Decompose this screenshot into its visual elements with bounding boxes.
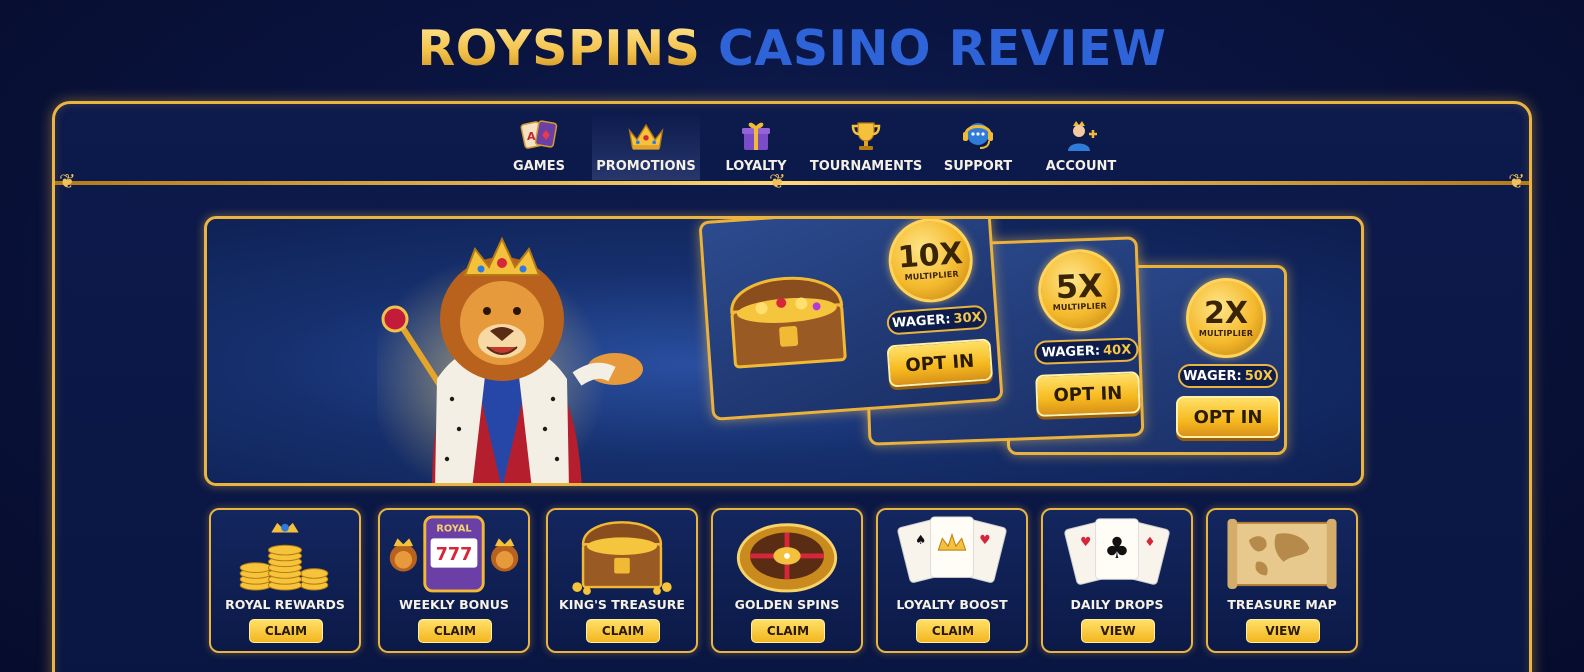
nav-games[interactable]: A GAMES <box>503 112 575 180</box>
wager-badge: WAGER: 50X <box>1178 364 1278 388</box>
crown-cards-icon: ♠ ♥ <box>897 516 1007 583</box>
claim-button[interactable]: CLAIM <box>418 619 492 643</box>
chat-headset-icon <box>958 118 998 154</box>
promo-hero-banner: 2X MULTIPLIER WAGER: 50X OPT IN 5X MULTI… <box>204 216 1364 486</box>
opt-in-button[interactable]: OPT IN <box>1176 396 1280 438</box>
playing-cards-icon: A <box>519 118 559 154</box>
tile-weekly-bonus[interactable]: ROYAL 777 WEEKLY BONUS CLAIM <box>378 508 530 653</box>
main-nav: A GAMES PROMOTIONS LOYALTY TOURNAMENTS S… <box>55 112 1529 180</box>
opt-in-button[interactable]: OPT IN <box>886 338 994 388</box>
svg-text:♥: ♥ <box>979 532 990 547</box>
title-brand: ROYSPINS <box>417 20 701 77</box>
nav-divider <box>55 181 1529 185</box>
multiplier-value: 10X <box>896 235 964 276</box>
wager-value: 50X <box>1244 368 1273 384</box>
svg-text:♦: ♦ <box>1144 534 1155 549</box>
tile-label: GOLDEN SPINS <box>734 597 840 612</box>
tile-golden-spins[interactable]: GOLDEN SPINS CLAIM <box>711 508 863 653</box>
roulette-wheel-icon <box>736 523 838 593</box>
title-review: CASINO REVIEW <box>717 20 1167 77</box>
ornament-right-icon: ❦ <box>1508 171 1525 193</box>
tile-treasure-map[interactable]: TREASURE MAP VIEW <box>1206 508 1358 653</box>
treasure-chest-icon <box>730 276 847 369</box>
nav-label-tournaments: TOURNAMENTS <box>809 159 923 174</box>
multiplier-value: 5X <box>1055 266 1104 306</box>
opt-in-button[interactable]: OPT IN <box>1035 371 1141 417</box>
map-scroll-icon <box>1227 518 1337 590</box>
nav-promotions[interactable]: PROMOTIONS <box>592 112 700 180</box>
view-button[interactable]: VIEW <box>1246 619 1320 643</box>
multiplier-coin-icon: 10X MULTIPLIER <box>885 219 976 306</box>
treasure-chest-icon <box>572 521 672 595</box>
gift-box-icon <box>736 118 776 154</box>
tile-label: KING'S TREASURE <box>559 597 685 612</box>
multiplier-coin-icon: 2X MULTIPLIER <box>1186 278 1266 358</box>
nav-account[interactable]: ACCOUNT <box>1041 112 1121 180</box>
tile-label: TREASURE MAP <box>1227 597 1337 612</box>
promo-card-10x: 10X MULTIPLIER WAGER: 30X OPT IN <box>698 219 1004 421</box>
tile-label: ROYAL REWARDS <box>225 597 345 612</box>
ornament-center-icon: ❦ <box>769 171 786 193</box>
view-button[interactable]: VIEW <box>1081 619 1155 643</box>
lion-king-mascot-icon <box>377 236 643 483</box>
tile-loyalty-boost[interactable]: ♠ ♥ LOYALTY BOOST CLAIM <box>876 508 1028 653</box>
multiplier-label: MULTIPLIER <box>1052 300 1108 312</box>
wager-label: WAGER: <box>1041 343 1101 361</box>
nav-label-games: GAMES <box>513 159 565 174</box>
svg-text:♠: ♠ <box>915 532 926 547</box>
wager-label: WAGER: <box>891 311 952 331</box>
svg-text:♥: ♥ <box>1080 534 1091 549</box>
slot-reels-text: 777 <box>436 545 473 565</box>
claim-button[interactable]: CLAIM <box>751 619 825 643</box>
tile-label: WEEKLY BONUS <box>399 597 509 612</box>
slot-title-text: ROYAL <box>436 524 471 535</box>
trophy-icon <box>846 118 886 154</box>
crown-icon <box>626 118 666 154</box>
nav-label-support: SUPPORT <box>943 159 1013 174</box>
nav-support[interactable]: SUPPORT <box>938 112 1018 180</box>
tile-label: LOYALTY BOOST <box>896 597 1008 612</box>
tile-royal-rewards[interactable]: ROYAL REWARDS CLAIM <box>209 508 361 653</box>
nav-loyalty[interactable]: LOYALTY <box>720 112 792 180</box>
wager-badge: WAGER: 40X <box>1034 337 1139 365</box>
nav-label-promotions: PROMOTIONS <box>596 159 696 174</box>
multiplier-value: 2X <box>1203 295 1248 331</box>
page-title: ROYSPINS CASINO REVIEW <box>0 20 1584 77</box>
claim-button[interactable]: CLAIM <box>916 619 990 643</box>
multiplier-label: MULTIPLIER <box>1198 328 1254 338</box>
coin-stacks-icon <box>239 522 329 591</box>
tile-kings-treasure[interactable]: KING'S TREASURE CLAIM <box>546 508 698 653</box>
claim-button[interactable]: CLAIM <box>249 619 323 643</box>
nav-tournaments[interactable]: TOURNAMENTS <box>809 112 923 180</box>
svg-text:♣: ♣ <box>1104 531 1130 565</box>
wager-badge: WAGER: 30X <box>886 304 988 336</box>
wager-value: 30X <box>952 309 983 327</box>
tile-daily-drops[interactable]: ♣ ♥ ♦ DAILY DROPS VIEW <box>1041 508 1193 653</box>
nav-label-account: ACCOUNT <box>1045 159 1117 174</box>
tile-label: DAILY DROPS <box>1070 597 1164 612</box>
ornament-left-icon: ❦ <box>59 171 76 193</box>
slot-machine-icon: ROYAL 777 <box>389 515 519 593</box>
playing-cards-icon: ♣ ♥ ♦ <box>1064 518 1170 585</box>
svg-text:A: A <box>527 130 536 143</box>
wager-label: WAGER: <box>1183 368 1242 384</box>
multiplier-coin-icon: 5X MULTIPLIER <box>1036 247 1122 333</box>
wager-value: 40X <box>1102 342 1132 359</box>
claim-button[interactable]: CLAIM <box>586 619 660 643</box>
user-add-icon <box>1061 118 1101 154</box>
